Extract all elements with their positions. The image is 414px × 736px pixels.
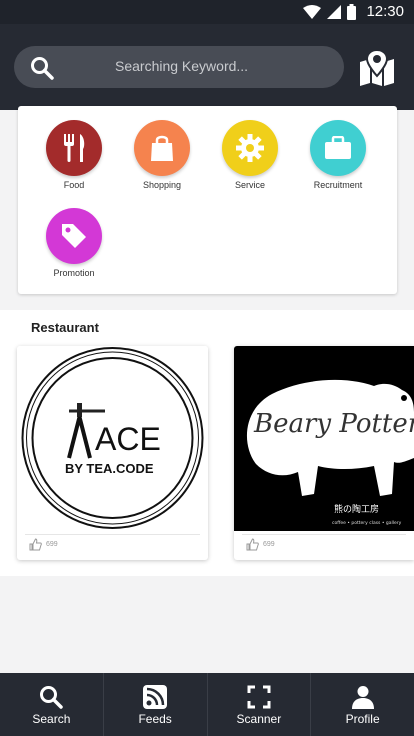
- map-pin-icon[interactable]: [358, 50, 396, 86]
- search-bar[interactable]: Searching Keyword...: [14, 46, 344, 88]
- food-circle: [46, 120, 102, 176]
- tag-icon: [62, 224, 86, 248]
- gear-icon: [236, 134, 264, 162]
- nav-label: Scanner: [236, 712, 282, 726]
- rss-feed-icon: [143, 685, 168, 709]
- status-bar: 12:30: [0, 0, 414, 24]
- category-label: Promotion: [53, 268, 95, 278]
- scanner-icon: [247, 685, 271, 709]
- like-count: 699: [46, 541, 58, 548]
- promotion-circle: [46, 208, 102, 264]
- beary-potter-logo-text: Beary Potter: [253, 409, 414, 439]
- status-icons: 12:30: [303, 3, 404, 20]
- card-divider: [25, 534, 200, 535]
- restaurant-logo-beary-potter: Beary Potter 熊の陶工房 coffee • pottery clas…: [234, 346, 414, 531]
- search-icon: [40, 686, 64, 709]
- likes[interactable]: 699: [246, 538, 275, 551]
- category-label: Service: [234, 180, 265, 190]
- signal-icon: [327, 4, 342, 19]
- service-circle: [222, 120, 278, 176]
- search-icon: [31, 57, 54, 80]
- ace-logo-subtext: BY TEA.CODE: [65, 461, 154, 476]
- nav-search[interactable]: Search: [0, 673, 103, 736]
- like-count: 699: [263, 541, 275, 548]
- bottom-nav: Search Feeds Scanner Profile: [0, 673, 414, 736]
- category-recruitment[interactable]: Recruitment: [298, 120, 378, 190]
- recruitment-circle: [310, 120, 366, 176]
- search-input[interactable]: Searching Keyword...: [115, 58, 248, 74]
- section-title: Restaurant: [31, 320, 99, 335]
- category-label: Shopping: [142, 180, 182, 190]
- briefcase-icon: [325, 136, 351, 159]
- category-service[interactable]: Service: [210, 120, 290, 190]
- beary-potter-logo-subtext: 熊の陶工房: [334, 503, 379, 515]
- nav-profile[interactable]: Profile: [310, 673, 414, 736]
- shopping-bag-icon: [151, 135, 173, 161]
- nav-label: Feeds: [138, 712, 172, 726]
- fork-knife-icon: [64, 134, 85, 162]
- restaurant-card-ace[interactable]: ACE BY TEA.CODE 699: [17, 346, 208, 560]
- category-card: Food Shopping Service Recruitment Promot…: [18, 106, 397, 294]
- nav-scanner[interactable]: Scanner: [206, 673, 311, 736]
- thumbs-up-icon: [246, 538, 259, 551]
- card-divider: [242, 534, 406, 535]
- category-label: Recruitment: [313, 180, 363, 190]
- wifi-icon: [303, 4, 322, 19]
- status-time: 12:30: [366, 3, 404, 20]
- category-food[interactable]: Food: [34, 120, 114, 190]
- thumbs-up-icon: [29, 538, 42, 551]
- category-promotion[interactable]: Promotion: [34, 208, 114, 278]
- nav-label: Search: [32, 712, 71, 726]
- header: Searching Keyword...: [0, 24, 414, 110]
- likes[interactable]: 699: [29, 538, 58, 551]
- battery-icon: [347, 3, 357, 20]
- beary-potter-logo-small: coffee • pottery class • gallery: [332, 520, 402, 526]
- restaurant-card-beary-potter[interactable]: Beary Potter 熊の陶工房 coffee • pottery clas…: [234, 346, 414, 560]
- nav-feeds[interactable]: Feeds: [102, 673, 207, 736]
- restaurant-logo-ace: ACE BY TEA.CODE: [17, 346, 208, 531]
- nav-label: Profile: [345, 712, 380, 726]
- restaurant-section: Restaurant ACE BY TEA.CODE 699 Beary Pot…: [0, 310, 414, 576]
- user-icon: [351, 686, 374, 709]
- category-label: Food: [63, 180, 85, 190]
- category-shopping[interactable]: Shopping: [122, 120, 202, 190]
- ace-logo-text: ACE: [95, 421, 161, 457]
- shopping-circle: [134, 120, 190, 176]
